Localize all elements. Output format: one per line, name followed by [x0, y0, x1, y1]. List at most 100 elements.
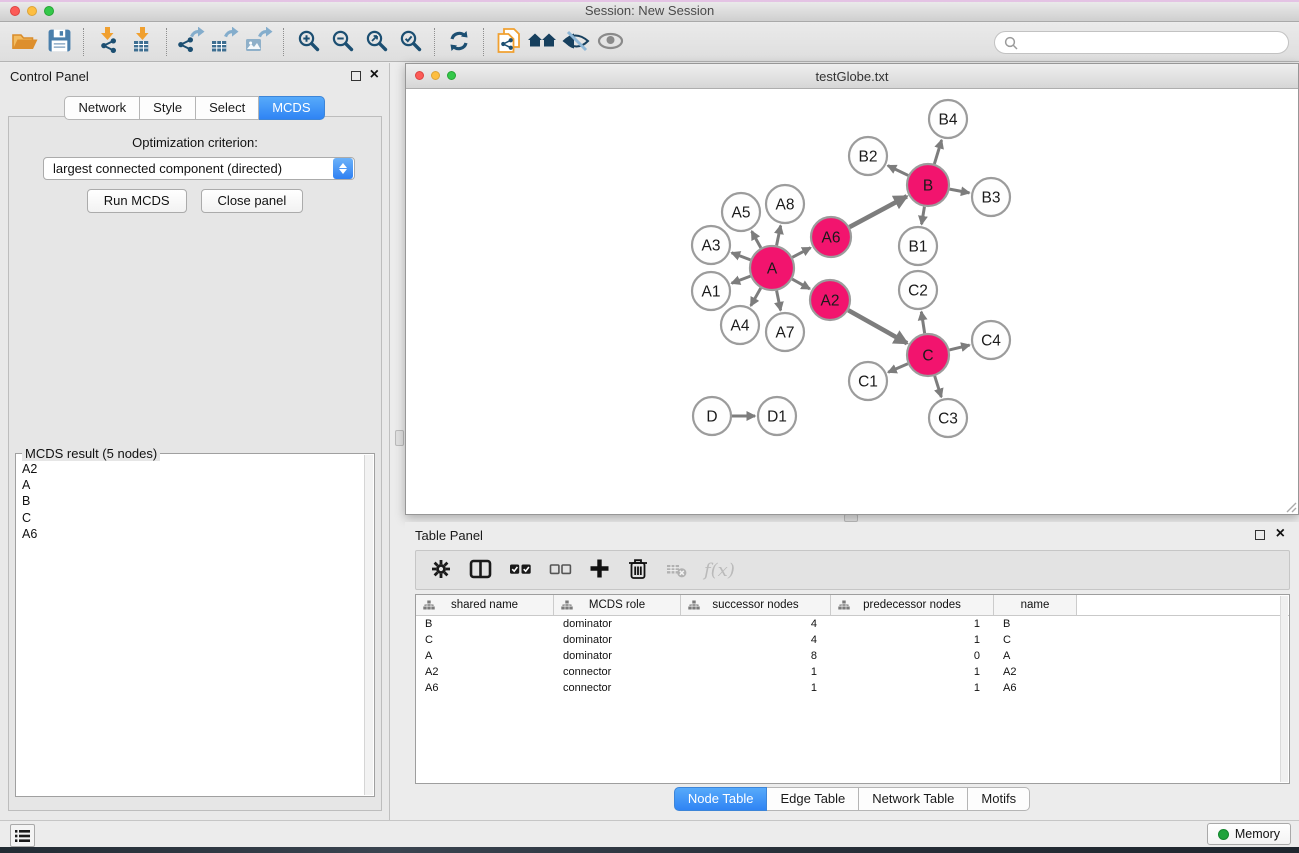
float-table-panel-icon[interactable] [1255, 530, 1265, 540]
table-cell[interactable]: A6 [416, 680, 554, 696]
column-header-successor-nodes[interactable]: successor nodes [681, 595, 831, 615]
network-window-titlebar[interactable]: testGlobe.txt [406, 64, 1298, 89]
select-all-checks-button[interactable] [509, 558, 532, 583]
mcds-result-item[interactable]: A2 [22, 461, 363, 477]
export-table-button[interactable] [208, 26, 242, 58]
edge-B-B4[interactable] [934, 140, 941, 164]
table-row[interactable]: A6connector11A6 [416, 680, 1289, 696]
edge-C-C1[interactable] [888, 364, 908, 373]
column-header-name[interactable]: name [994, 595, 1077, 615]
export-image-button[interactable] [242, 26, 276, 58]
edge-B-B2[interactable] [888, 166, 908, 176]
edge-A-A5[interactable] [752, 231, 761, 248]
table-cell[interactable]: 1 [681, 664, 831, 680]
table-tab-node-table[interactable]: Node Table [674, 787, 768, 811]
edge-A-A1[interactable] [732, 276, 751, 283]
table-cell[interactable]: connector [554, 664, 681, 680]
table-cell[interactable]: 1 [831, 616, 994, 632]
close-panel-icon[interactable]: × [370, 65, 379, 85]
hide-details-button[interactable] [559, 26, 593, 58]
table-row[interactable]: A2connector11A2 [416, 664, 1289, 680]
show-columns-button[interactable] [469, 558, 492, 583]
edge-A-A4[interactable] [751, 288, 761, 306]
edge-C-C2[interactable] [921, 312, 924, 334]
result-scrollbar[interactable] [364, 455, 373, 795]
edge-A6-B[interactable] [850, 196, 907, 227]
float-panel-icon[interactable] [351, 71, 361, 81]
show-details-button[interactable] [593, 26, 627, 58]
search-input[interactable] [1019, 36, 1288, 50]
zoom-out-button[interactable] [325, 26, 359, 58]
table-cell[interactable]: 4 [681, 616, 831, 632]
table-row[interactable]: Cdominator41C [416, 632, 1289, 648]
mcds-result-item[interactable]: B [22, 493, 363, 509]
tab-style[interactable]: Style [140, 96, 196, 120]
network-graph[interactable]: AA1A2A3A4A5A6A7A8BB1B2B3B4CC1C2C3C4DD1 [406, 89, 1298, 514]
optimization-criterion-select[interactable]: largest connected component (directed) [43, 157, 355, 180]
first-neighbors-button[interactable] [525, 26, 559, 58]
add-column-button[interactable] [589, 558, 610, 582]
edge-A-A7[interactable] [777, 291, 781, 311]
save-button[interactable] [42, 26, 76, 58]
edge-C-C4[interactable] [949, 345, 969, 350]
memory-button[interactable]: Memory [1207, 823, 1291, 845]
run-mcds-button[interactable]: Run MCDS [87, 189, 187, 213]
open-file-button[interactable] [8, 26, 42, 58]
close-table-panel-icon[interactable]: × [1276, 524, 1285, 544]
table-cell[interactable]: dominator [554, 648, 681, 664]
zoom-in-button[interactable] [291, 26, 325, 58]
edge-C-C3[interactable] [935, 376, 942, 397]
tab-select[interactable]: Select [196, 96, 259, 120]
table-cell[interactable]: 4 [681, 632, 831, 648]
tab-mcds[interactable]: MCDS [259, 96, 324, 120]
edge-A-A2[interactable] [792, 279, 810, 289]
vertical-splitter-grip[interactable] [395, 430, 404, 446]
edge-A-A6[interactable] [792, 248, 810, 258]
table-scrollbar[interactable] [1280, 596, 1288, 782]
zoom-fit-button[interactable] [359, 26, 393, 58]
mcds-result-item[interactable]: A [22, 477, 363, 493]
resize-corner-icon[interactable] [1284, 500, 1297, 513]
table-tab-edge-table[interactable]: Edge Table [767, 787, 859, 811]
table-row[interactable]: Adominator80A [416, 648, 1289, 664]
table-cell[interactable]: connector [554, 680, 681, 696]
table-cell[interactable]: 1 [831, 680, 994, 696]
table-cell[interactable]: 0 [831, 648, 994, 664]
network-canvas[interactable]: AA1A2A3A4A5A6A7A8BB1B2B3B4CC1C2C3C4DD1 [406, 89, 1298, 514]
refresh-button[interactable] [442, 26, 476, 58]
delete-column-button[interactable] [627, 557, 649, 583]
edge-A2-C[interactable] [848, 310, 907, 343]
table-cell[interactable]: C [994, 632, 1077, 648]
column-header-shared-name[interactable]: shared name [416, 595, 554, 615]
table-cell[interactable]: 1 [831, 632, 994, 648]
edge-B-B1[interactable] [922, 207, 925, 225]
deselect-all-checks-button[interactable] [549, 558, 572, 583]
import-network-button[interactable] [91, 26, 125, 58]
column-settings-button[interactable] [430, 558, 452, 583]
edge-B-B3[interactable] [950, 189, 970, 193]
zoom-selected-button[interactable] [393, 26, 427, 58]
task-history-button[interactable] [10, 824, 35, 847]
mcds-result-item[interactable]: C [22, 510, 363, 526]
table-cell[interactable]: A6 [994, 680, 1077, 696]
table-cell[interactable]: A [994, 648, 1077, 664]
export-network-button[interactable] [174, 26, 208, 58]
table-cell[interactable]: dominator [554, 632, 681, 648]
table-cell[interactable]: A [416, 648, 554, 664]
table-cell[interactable]: 1 [831, 664, 994, 680]
table-tab-network-table[interactable]: Network Table [859, 787, 968, 811]
column-header-MCDS-role[interactable]: MCDS role [554, 595, 681, 615]
tab-network[interactable]: Network [64, 96, 140, 120]
table-cell[interactable]: A2 [994, 664, 1077, 680]
search-field[interactable] [994, 31, 1289, 54]
table-cell[interactable]: B [416, 616, 554, 632]
horizontal-splitter-grip[interactable] [844, 514, 858, 522]
column-header-predecessor-nodes[interactable]: predecessor nodes [831, 595, 994, 615]
table-tab-motifs[interactable]: Motifs [968, 787, 1030, 811]
edge-A-A3[interactable] [732, 253, 751, 260]
mcds-result-item[interactable]: A6 [22, 526, 363, 542]
table-row[interactable]: Bdominator41B [416, 616, 1289, 632]
table-cell[interactable]: A2 [416, 664, 554, 680]
table-cell[interactable]: C [416, 632, 554, 648]
table-cell[interactable]: 1 [681, 680, 831, 696]
